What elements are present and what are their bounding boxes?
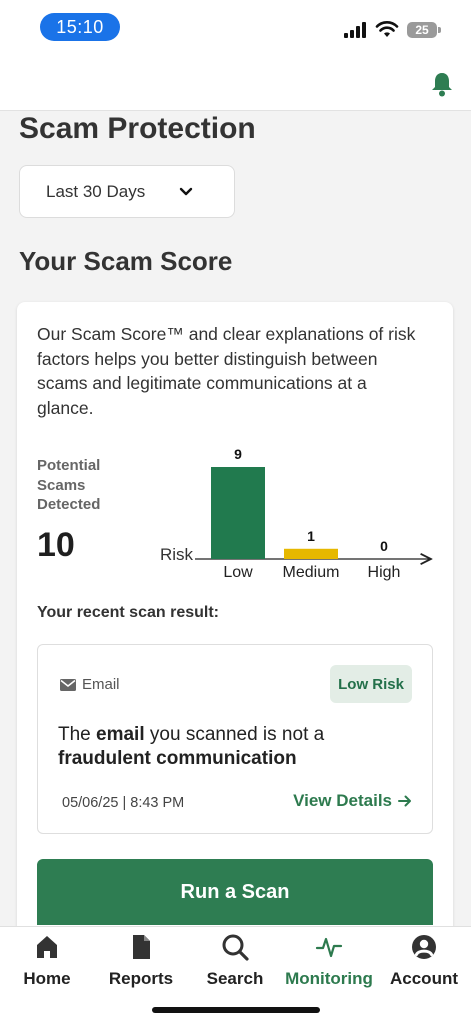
- nav-home[interactable]: Home: [0, 933, 94, 993]
- chart-category-label: Medium: [283, 564, 340, 581]
- chart-axis-label: Risk: [160, 545, 194, 564]
- nav-search[interactable]: Search: [188, 933, 282, 993]
- date-range-value: Last 30 Days: [46, 181, 146, 201]
- wifi-icon: [375, 21, 399, 37]
- nav-reports[interactable]: Reports: [94, 933, 188, 993]
- chart-category-label: High: [368, 564, 401, 581]
- chart-bar-medium: [284, 548, 338, 559]
- status-time: 15:10: [40, 13, 120, 41]
- view-details-link[interactable]: View Details: [293, 791, 412, 811]
- chart-value-label: 9: [234, 446, 242, 462]
- nav-monitoring[interactable]: Monitoring: [282, 933, 376, 993]
- chart-value-label: 1: [307, 528, 315, 544]
- scan-result-message: The email you scanned is not a fraudulen…: [58, 724, 325, 769]
- run-scan-button[interactable]: Run a Scan: [37, 859, 433, 925]
- account-icon: [412, 935, 436, 959]
- bell-icon[interactable]: [428, 70, 456, 98]
- page-title: Scam Protection: [19, 112, 256, 145]
- pulse-icon: [315, 937, 343, 958]
- cellular-signal-icon: [344, 22, 366, 38]
- chart-bar-low: [211, 467, 265, 559]
- recent-result-label: Your recent scan result:: [37, 604, 219, 621]
- mail-icon: [60, 679, 76, 691]
- chart-category-label: Low: [223, 564, 253, 581]
- section-title: Your Scam Score: [19, 246, 233, 276]
- nav-account[interactable]: Account: [377, 933, 471, 993]
- chart-value-label: 0: [380, 538, 388, 554]
- status-bar: 15:10 25: [0, 0, 471, 56]
- battery-indicator: 25: [407, 22, 441, 38]
- risk-bar-chart: Risk 9 Low 1 Medium 0 High: [160, 446, 453, 581]
- scam-score-description: Our Scam Score™ and clear explanations o…: [37, 324, 416, 418]
- home-indicator: [152, 1007, 320, 1013]
- arrow-right-icon: [398, 795, 411, 807]
- chevron-down-icon: [179, 187, 193, 196]
- document-icon: [133, 935, 150, 959]
- scan-timestamp: 05/06/25 | 8:43 PM: [62, 795, 185, 811]
- date-range-select[interactable]: Last 30 Days: [19, 165, 235, 218]
- search-icon: [222, 934, 249, 961]
- home-icon: [37, 936, 57, 958]
- scam-score-card: Our Scam Score™ and clear explanations o…: [17, 302, 453, 942]
- bottom-navigation: Home Reports Search Monitoring Account: [0, 926, 471, 1025]
- scan-channel: Email: [82, 676, 120, 693]
- risk-badge: Low Risk: [330, 665, 412, 703]
- recent-scan-card[interactable]: Email Low Risk The email you scanned is …: [37, 644, 433, 834]
- app-header: [0, 56, 471, 111]
